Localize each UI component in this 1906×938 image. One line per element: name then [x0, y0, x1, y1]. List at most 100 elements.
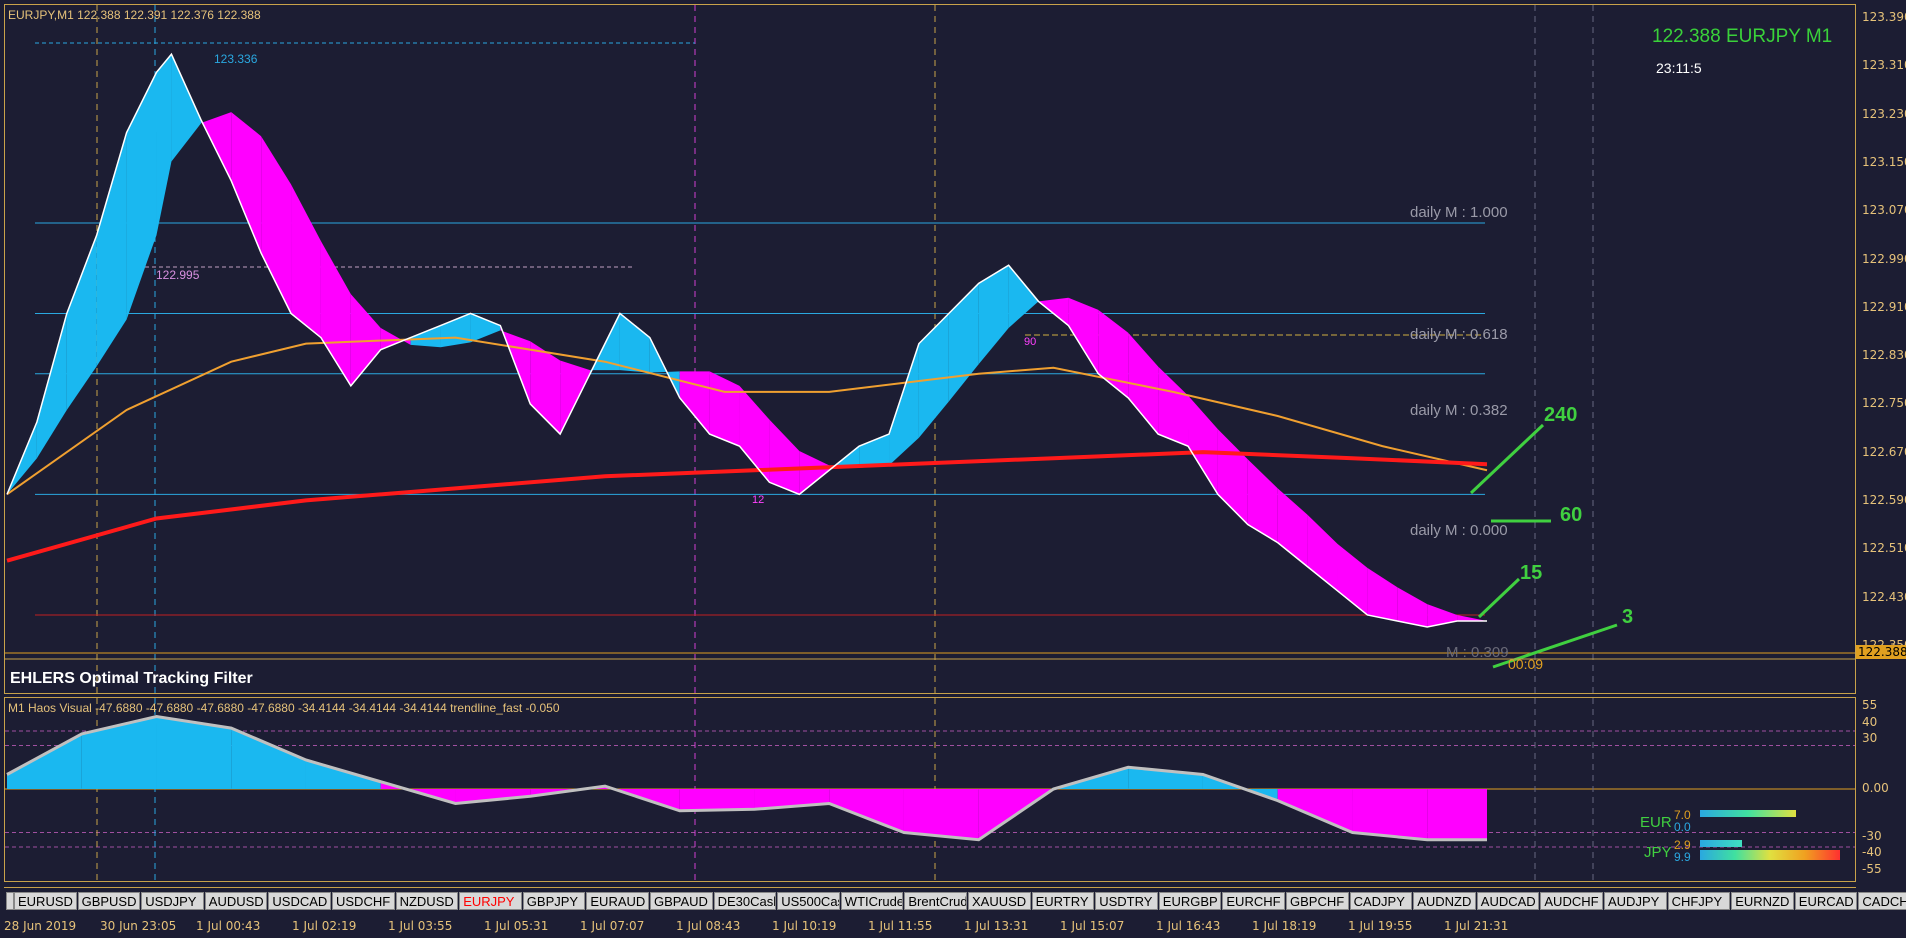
price-tick-label: 122.670	[1862, 444, 1906, 459]
symbol-tabs-bar: EURUSD GBPUSD USDJPY AUDUSD USDCAD USDCHF NZDU…	[4, 887, 1906, 914]
countdown-label: 00:09	[1508, 656, 1544, 672]
time-axis-label: 1 Jul 07:07	[580, 919, 645, 933]
price-tick-label: 123.070	[1862, 203, 1906, 218]
timeframe-pointer-line	[1469, 423, 1545, 495]
indicator-tick-label: -55	[1862, 862, 1882, 876]
cloud-segment	[799, 450, 830, 495]
symbol-tab-cadchf[interactable]: CADCHF	[1858, 892, 1906, 910]
indicator-panel[interactable]	[4, 697, 1856, 882]
symbol-tab-usdcad[interactable]: USDCAD	[268, 892, 331, 910]
main-chart-panel[interactable]	[4, 4, 1856, 694]
symbol-tab-eurtry[interactable]: EURTRY	[1031, 892, 1095, 910]
cloud-segment	[156, 54, 172, 236]
fib-label-low: M : 0.309	[1446, 644, 1509, 661]
time-axis-label: 1 Jul 10:19	[772, 919, 837, 933]
symbol-tab-audjpy[interactable]: AUDJPY	[1604, 892, 1667, 910]
indicator-histogram-segment	[1427, 789, 1487, 840]
symbol-tab-eurchf[interactable]: EURCHF	[1222, 892, 1285, 910]
cloud-segment	[1247, 459, 1278, 543]
indicator-tick-label: 0.00	[1862, 781, 1889, 795]
symbol-tab-euraud[interactable]: EURAUD	[586, 892, 649, 910]
cloud-segment	[1397, 587, 1428, 628]
indicator-tick-label: 55	[1862, 698, 1878, 712]
time-axis-label: 30 Jun 23:05	[100, 919, 177, 933]
symbol-tab-eurusd[interactable]: EURUSD	[14, 892, 77, 910]
chart-label: EURJPY,M1 122.388 122.391 122.376 122.38…	[8, 8, 261, 22]
eur-bottom-value: 0.0	[1674, 820, 1691, 834]
time-axis-label: 1 Jul 08:43	[676, 919, 741, 933]
tf-label-15: 15	[1520, 562, 1543, 584]
symbol-tab-chfjpy[interactable]: CHFJPY	[1667, 892, 1731, 910]
small-label-12: 12	[752, 494, 765, 506]
symbol-tab-de30cash[interactable]: DE30Cash	[713, 892, 777, 910]
time-axis-label: 1 Jul 00:43	[196, 919, 261, 933]
cloud-segment	[291, 184, 321, 338]
cloud-segment	[320, 241, 351, 386]
price-tick-label: 122.910	[1862, 299, 1906, 314]
tf-label-240: 240	[1544, 404, 1578, 426]
symbol-tab-gbpchf[interactable]: GBPCHF	[1286, 892, 1349, 910]
symbol-tab-usdjpy[interactable]: USDJPY	[141, 892, 204, 910]
price-tick-label: 122.830	[1862, 348, 1906, 363]
indicator-tick-label: 40	[1862, 715, 1878, 729]
cloud-segment	[709, 371, 740, 447]
symbol-tab-audcad[interactable]: AUDCAD	[1476, 892, 1540, 910]
price-tick-label: 123.390	[1862, 10, 1906, 24]
cloud-segment	[769, 419, 800, 495]
cloud-segment	[36, 313, 67, 459]
mid-price-label: 122.995	[156, 268, 200, 282]
indicator-histogram-segment	[7, 733, 82, 789]
fib-label-382: daily M : 0.382	[1410, 402, 1508, 419]
symbol-tab-eurjpy[interactable]: EURJPY	[459, 892, 522, 910]
cloud-segment	[261, 136, 292, 314]
symbol-tab-gbpjpy[interactable]: GBPJPY	[522, 892, 586, 910]
eur-strength-bar	[1700, 810, 1796, 817]
symbol-tab-audusd[interactable]: AUDUSD	[204, 892, 268, 910]
symbol-tab-eurcad[interactable]: EURCAD	[1794, 892, 1858, 910]
indicator-tick-label: -30	[1862, 829, 1882, 843]
symbol-tab-xauusd[interactable]: XAUUSD	[968, 892, 1031, 910]
indicator-histogram-segment	[231, 728, 306, 789]
symbol-tab-gbpaud[interactable]: GBPAUD	[650, 892, 713, 910]
symbol-tab-usdtry[interactable]: USDTRY	[1095, 892, 1158, 910]
cloud-segment	[470, 313, 501, 343]
jpy-strength-bar-top	[1700, 840, 1742, 847]
symbol-tab-wticrude[interactable]: WTICrude	[840, 892, 904, 910]
fib-label-618: daily M : 0.618	[1410, 326, 1508, 343]
symbol-tab-brentcrude[interactable]: BrentCrude	[904, 892, 967, 910]
price-axis[interactable]	[1856, 0, 1906, 938]
time-axis-label: 1 Jul 19:55	[1348, 919, 1413, 933]
time-axis-label: 1 Jul 16:43	[1156, 919, 1221, 933]
cloud-segment	[1367, 567, 1398, 621]
symbol-tab-usdchf[interactable]: USDCHF	[332, 892, 395, 910]
symbol-tab-eurgbp[interactable]: EURGBP	[1158, 892, 1222, 910]
cloud-segment	[1457, 614, 1487, 621]
tab-scroll-left-button[interactable]	[6, 892, 14, 910]
symbol-tab-nzdusd[interactable]: NZDUSD	[395, 892, 459, 910]
indicator-label: M1 Haos Visual -47.6880 -47.6880 -47.688…	[8, 701, 560, 715]
fib-label-1000: daily M : 1.000	[1410, 204, 1508, 221]
indicator-chart-svg	[5, 698, 1855, 881]
cloud-segment	[859, 434, 890, 468]
price-chart-svg	[5, 5, 1855, 693]
time-axis-label: 1 Jul 15:07	[1060, 919, 1125, 933]
eur-label: EUR	[1640, 814, 1672, 831]
time-axis-label: 28 Jun 2019	[4, 919, 77, 933]
symbol-tab-cadjpy[interactable]: CADJPY	[1349, 892, 1413, 910]
cloud-segment	[948, 283, 979, 402]
cloud-segment	[1158, 366, 1189, 447]
symbol-tab-gbpusd[interactable]: GBPUSD	[77, 892, 141, 910]
fib-label-000: daily M : 0.000	[1410, 522, 1508, 539]
symbol-tab-audchf[interactable]: AUDCHF	[1540, 892, 1603, 910]
clock-label: 23:11:5	[1656, 60, 1702, 76]
timeframe-pointer-line	[1477, 577, 1521, 619]
jpy-strength-bar	[1700, 850, 1840, 860]
symbol-tab-audnzd[interactable]: AUDNZD	[1413, 892, 1476, 910]
indicator-histogram-segment	[679, 789, 755, 811]
time-axis: 28 Jun 2019 30 Jun 23:05 1 Jul 00:43 1 Jul …	[0, 913, 1906, 938]
small-label-90: 90	[1024, 336, 1037, 348]
time-axis-label: 1 Jul 21:31	[1444, 919, 1509, 933]
time-axis-label: 1 Jul 13:31	[964, 919, 1029, 933]
symbol-tab-us500cash[interactable]: US500Cash	[777, 892, 840, 910]
symbol-tab-eurnzd[interactable]: EURNZD	[1731, 892, 1794, 910]
